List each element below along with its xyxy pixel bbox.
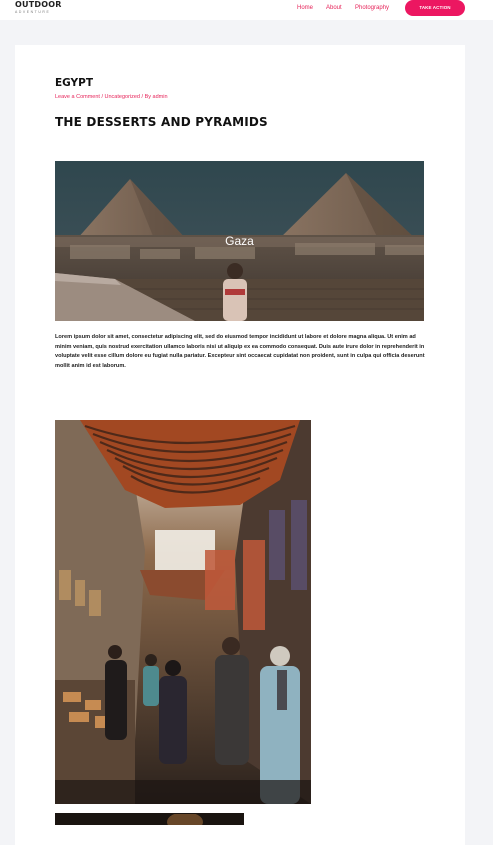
market-photo xyxy=(55,420,311,804)
market-image xyxy=(55,420,311,804)
hero-image-pyramids: Gaza xyxy=(55,161,424,321)
nav-link-about[interactable]: About xyxy=(326,4,342,12)
logo-sub-text: ADVENTURE xyxy=(15,10,51,14)
site-logo[interactable]: OUTDOOR ADVENTURE xyxy=(15,1,75,17)
next-image-partial xyxy=(55,813,244,825)
nav-link-home[interactable]: Home xyxy=(297,4,313,12)
next-photo-strip xyxy=(55,813,244,825)
take-action-button[interactable]: TAKE ACTION xyxy=(405,0,465,16)
category-title: EGYPT xyxy=(55,77,94,89)
post-title: THE DESSERTS AND PYRAMIDS xyxy=(55,115,268,129)
site-header: OUTDOOR ADVENTURE Home About Photography… xyxy=(0,0,493,20)
hero-caption: Gaza xyxy=(225,234,254,248)
nav-link-photography[interactable]: Photography xyxy=(355,4,389,12)
logo-main-text: OUTDOOR xyxy=(15,0,62,9)
post-body: Lorem ipsum dolor sit amet, consectetur … xyxy=(55,334,425,369)
post-meta[interactable]: Leave a Comment / Uncategorized / By adm… xyxy=(55,94,168,100)
